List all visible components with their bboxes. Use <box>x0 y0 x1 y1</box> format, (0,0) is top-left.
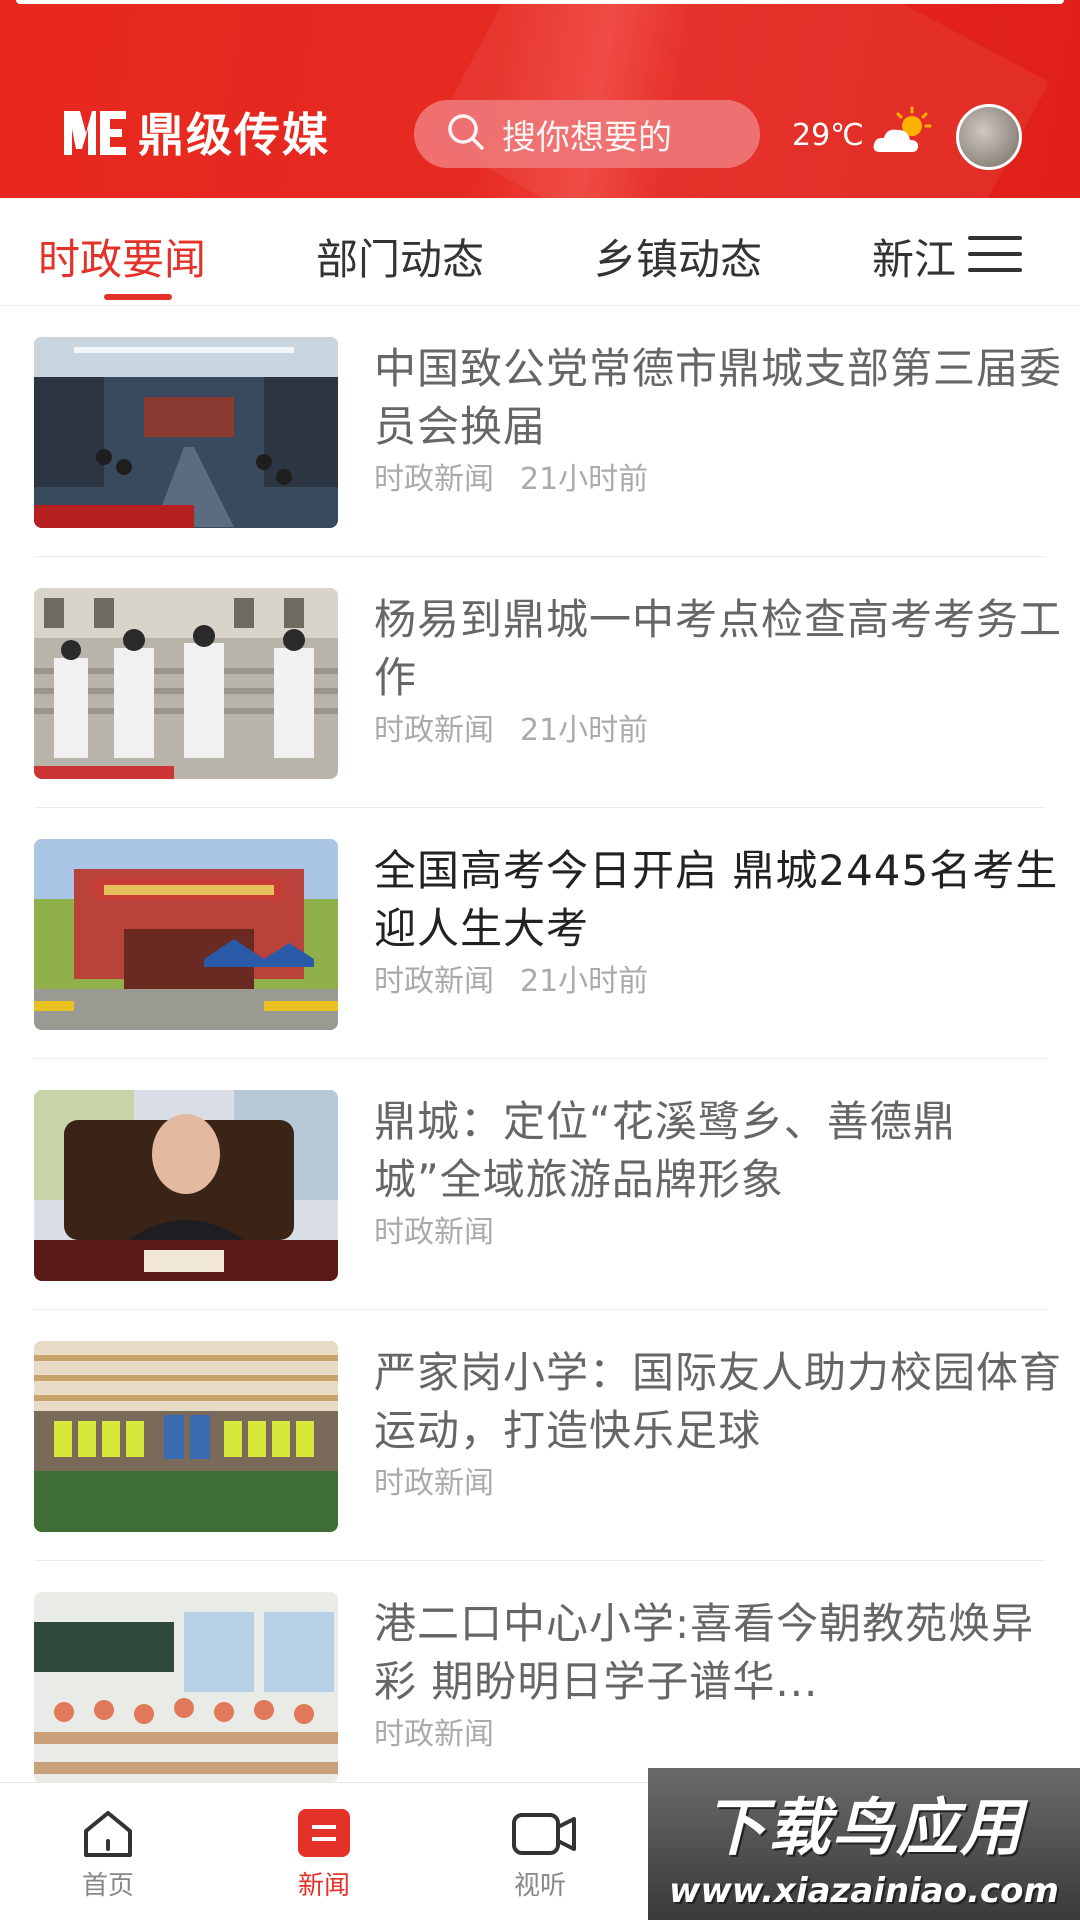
logo-mark-icon <box>60 103 130 161</box>
nav-home-label: 首页 <box>81 1871 134 1901</box>
news-thumbnail <box>34 337 338 528</box>
nav-news[interactable]: 新闻 <box>264 1807 384 1902</box>
watermark: 下载鸟应用 www.xiazainiao.com <box>648 1768 1080 1920</box>
news-item[interactable]: 中国致公党常德市鼎城支部第三届委员会换届 时政新闻 21小时前 <box>34 306 1061 557</box>
menu-icon[interactable] <box>968 236 1022 272</box>
weather-widget[interactable]: 29℃ <box>792 106 934 164</box>
news-thumbnail <box>34 1090 338 1281</box>
news-category: 时政新闻 <box>374 1215 494 1250</box>
app-header: 鼎级传媒 搜你想要的 29℃ <box>0 0 1080 198</box>
tab-townships[interactable]: 乡镇动态 <box>594 226 762 287</box>
news-thumbnail <box>34 588 338 779</box>
nav-news-label: 新闻 <box>297 1871 350 1901</box>
temperature: 29℃ <box>792 117 864 153</box>
nav-video[interactable]: 视听 <box>480 1807 600 1902</box>
news-thumbnail <box>34 1341 338 1532</box>
news-thumbnail <box>34 839 338 1030</box>
news-meta: 时政新闻 <box>374 1207 494 1251</box>
tab-departments[interactable]: 部门动态 <box>316 226 484 287</box>
news-item[interactable]: 杨易到鼎城一中考点检查高考考务工作 时政新闻 21小时前 <box>34 557 1061 808</box>
news-meta: 时政新闻 <box>374 1709 494 1753</box>
news-category: 时政新闻 <box>374 1466 494 1501</box>
news-category: 时政新闻 <box>374 964 494 999</box>
search-placeholder: 搜你想要的 <box>502 117 672 158</box>
news-category: 时政新闻 <box>374 462 494 497</box>
news-title: 全国高考今日开启 鼎城2445名考生迎人生大考 <box>374 846 1059 953</box>
watermark-url: www.xiazainiao.com <box>669 1871 1059 1911</box>
nav-home[interactable]: 首页 <box>48 1807 168 1902</box>
avatar[interactable] <box>956 104 1022 170</box>
news-time: 21小时前 <box>520 964 649 999</box>
news-item[interactable]: 严家岗小学：国际友人助力校园体育运动，打造快乐足球 时政新闻 <box>34 1310 1061 1561</box>
news-item[interactable]: 全国高考今日开启 鼎城2445名考生迎人生大考 时政新闻 21小时前 <box>34 808 1057 1059</box>
search-bar[interactable]: 搜你想要的 <box>414 100 760 168</box>
active-tab-indicator <box>104 294 172 300</box>
news-time: 21小时前 <box>520 713 649 748</box>
app-logo: 鼎级传媒 <box>60 102 330 162</box>
news-title: 杨易到鼎城一中考点检查高考考务工作 <box>374 595 1063 702</box>
logo-text: 鼎级传媒 <box>138 108 330 162</box>
partly-sunny-icon <box>870 106 934 164</box>
news-title: 严家岗小学：国际友人助力校园体育运动，打造快乐足球 <box>374 1348 1063 1455</box>
search-icon <box>446 112 486 156</box>
news-thumbnail <box>34 1592 338 1783</box>
category-tabs: 时政要闻 部门动态 乡镇动态 新江 <box>0 198 1080 306</box>
news-category: 时政新闻 <box>374 1717 494 1752</box>
news-title: 鼎城：定位“花溪鹭乡、善德鼎城”全域旅游品牌形象 <box>374 1097 956 1204</box>
news-meta: 时政新闻 21小时前 <box>374 705 648 749</box>
video-camera-icon <box>510 1807 576 1859</box>
watermark-title: 下载鸟应用 <box>703 1791 1024 1864</box>
home-icon <box>78 1807 138 1859</box>
news-title: 中国致公党常德市鼎城支部第三届委员会换届 <box>374 344 1063 451</box>
news-title: 港二口中心小学:喜看今朝教苑焕异彩 期盼明日学子谱华... <box>374 1599 1035 1706</box>
news-item[interactable]: 鼎城：定位“花溪鹭乡、善德鼎城”全域旅游品牌形象 时政新闻 <box>34 1059 1046 1310</box>
news-meta: 时政新闻 21小时前 <box>374 956 648 1000</box>
nav-video-label: 视听 <box>513 1871 566 1901</box>
header-decoration <box>430 0 1050 198</box>
news-icon <box>294 1807 354 1859</box>
tab-politics[interactable]: 时政要闻 <box>38 226 206 287</box>
news-category: 时政新闻 <box>374 713 494 748</box>
tab-xinjiang[interactable]: 新江 <box>872 226 956 287</box>
news-time: 21小时前 <box>520 462 649 497</box>
news-meta: 时政新闻 21小时前 <box>374 454 648 498</box>
news-meta: 时政新闻 <box>374 1458 494 1502</box>
